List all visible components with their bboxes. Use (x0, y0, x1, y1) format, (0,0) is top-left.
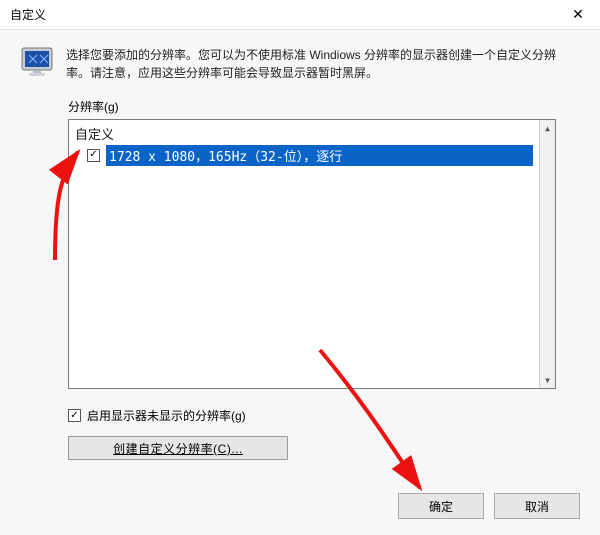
resolution-listbox[interactable]: 自定义 ✓ 1728 x 1080，165Hz（32-位），逐行 ▲ ▼ (68, 119, 556, 389)
close-icon: ✕ (572, 6, 584, 23)
enable-unshown-label: 启用显示器未显示的分辨率(g) (87, 407, 246, 424)
enable-unshown-checkbox[interactable]: ✓ (68, 409, 81, 422)
create-button-label: 创建自定义分辨率(C)... (113, 440, 243, 457)
list-group-header: 自定义 (69, 120, 539, 145)
monitor-icon (20, 44, 56, 80)
check-icon: ✓ (89, 150, 97, 160)
close-button[interactable]: ✕ (556, 0, 600, 30)
chevron-up-icon: ▲ (545, 124, 550, 133)
chevron-down-icon: ▼ (545, 376, 550, 385)
dialog-window: 自定义 ✕ 选择您要添加的分辨率。您可以为不使用标准 Windiows 分辨率的… (0, 0, 600, 535)
listbox-inner: 自定义 ✓ 1728 x 1080，165Hz（32-位），逐行 (69, 120, 539, 388)
titlebar: 自定义 ✕ (0, 0, 600, 30)
intro-row: 选择您要添加的分辨率。您可以为不使用标准 Windiows 分辨率的显示器创建一… (20, 44, 580, 82)
dialog-footer: 确定 取消 (398, 493, 580, 519)
create-custom-resolution-button[interactable]: 创建自定义分辨率(C)... (68, 436, 288, 460)
check-icon: ✓ (70, 410, 78, 421)
intro-text: 选择您要添加的分辨率。您可以为不使用标准 Windiows 分辨率的显示器创建一… (66, 44, 580, 82)
resolution-checkbox[interactable]: ✓ (87, 149, 100, 162)
window-title: 自定义 (10, 6, 556, 23)
scroll-down-button[interactable]: ▼ (540, 372, 555, 388)
dialog-body: 选择您要添加的分辨率。您可以为不使用标准 Windiows 分辨率的显示器创建一… (0, 30, 600, 535)
enable-unshown-row: ✓ 启用显示器未显示的分辨率(g) (68, 407, 580, 424)
listbox-scrollbar[interactable]: ▲ ▼ (539, 120, 555, 388)
scroll-up-button[interactable]: ▲ (540, 120, 555, 136)
ok-button[interactable]: 确定 (398, 493, 484, 519)
cancel-button[interactable]: 取消 (494, 493, 580, 519)
list-item[interactable]: ✓ 1728 x 1080，165Hz（32-位），逐行 (69, 145, 539, 165)
resolution-list-label: 分辨率(g) (68, 98, 580, 115)
resolution-text: 1728 x 1080，165Hz（32-位），逐行 (106, 145, 533, 166)
